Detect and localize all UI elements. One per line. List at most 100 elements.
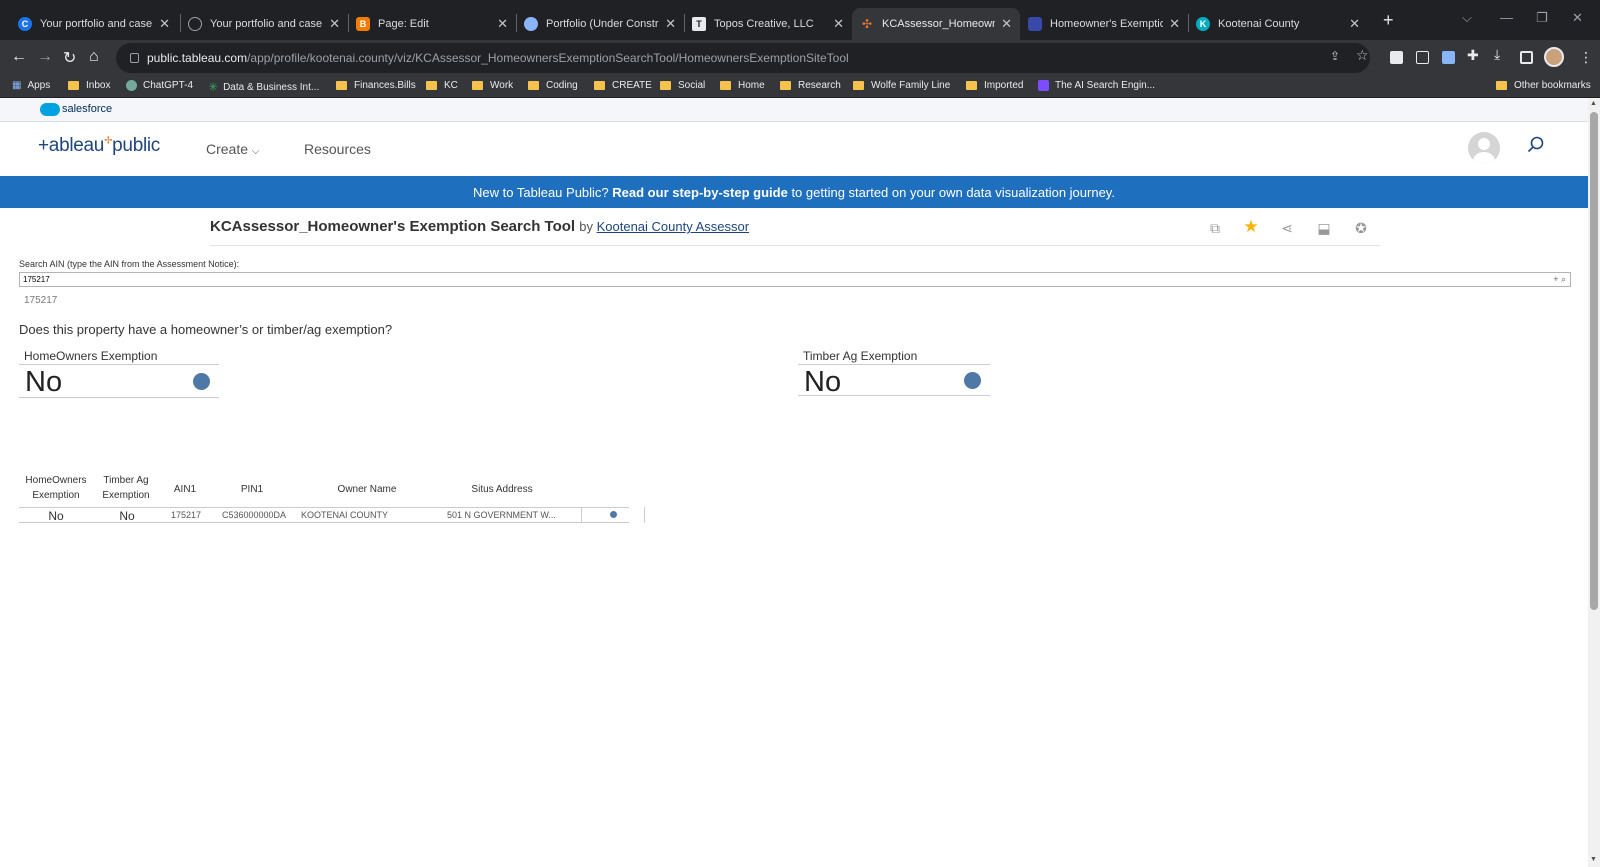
- close-icon[interactable]: ✕: [1001, 16, 1012, 32]
- folder-icon: [472, 81, 483, 90]
- browser-tab-1[interactable]: C Your portfolio and case stu ✕: [10, 8, 178, 40]
- homeowners-exemption-kpi[interactable]: No: [19, 364, 219, 398]
- tableau-public-header: +ableau✢public Create ⌵ Resources: [0, 122, 1588, 176]
- globe-icon: [188, 17, 202, 31]
- close-icon[interactable]: ✕: [1349, 16, 1360, 32]
- bookmark-work[interactable]: Work: [472, 80, 513, 91]
- close-icon[interactable]: ✕: [1169, 16, 1180, 32]
- col-header-timber-ag: Timber Ag Exemption: [102, 475, 150, 501]
- more-menu-icon[interactable]: ⋮: [1579, 49, 1593, 66]
- minimize-icon[interactable]: —: [1500, 10, 1513, 25]
- timber-ag-mark-dot[interactable]: [964, 372, 981, 389]
- bookmark-apps[interactable]: ▦ Apps: [12, 80, 50, 91]
- back-arrow-icon[interactable]: ←: [11, 48, 27, 66]
- new-tab-plus-icon[interactable]: +: [1383, 10, 1394, 31]
- share-page-icon[interactable]: ⇪: [1330, 49, 1340, 63]
- bookmark-create[interactable]: CREATE: [594, 80, 652, 91]
- table-row[interactable]: No No 175217 C536000000DA KOOTENAI COUNT…: [19, 507, 645, 523]
- bookmark-other[interactable]: Other bookmarks: [1496, 80, 1591, 91]
- col-header-ain: AIN1: [173, 484, 197, 495]
- browser-tab-8[interactable]: K Kootenai County ✕: [1188, 8, 1368, 40]
- banner-text: New to Tableau Public?: [473, 184, 609, 200]
- search-ain-label: Search AIN (type the AIN from the Assess…: [19, 259, 240, 269]
- scrollbar-thumb[interactable]: [1590, 112, 1598, 610]
- bookmark-chatgpt[interactable]: ChatGPT-4: [126, 80, 193, 91]
- browser-tab-2[interactable]: Your portfolio and case stu ✕: [180, 8, 348, 40]
- browser-tabstrip: C Your portfolio and case stu ✕ Your por…: [0, 0, 1600, 40]
- homeowners-mark-dot[interactable]: [193, 373, 210, 390]
- share-icon[interactable]: ⋖: [1278, 220, 1296, 238]
- tableau-icon: ✣: [861, 17, 873, 31]
- window-close-icon[interactable]: ✕: [1572, 10, 1583, 26]
- browser-tab-4[interactable]: Portfolio (Under Construct ✕: [516, 8, 684, 40]
- bookmark-ai-search[interactable]: The AI Search Engin...: [1038, 80, 1155, 91]
- download-icon[interactable]: ⬓: [1315, 220, 1333, 238]
- copy-icon[interactable]: ⧉: [1206, 220, 1224, 238]
- folder-icon: [720, 81, 731, 90]
- nav-resources[interactable]: Resources: [304, 141, 371, 157]
- step-by-step-guide-link[interactable]: Read our step-by-step guide: [612, 185, 788, 200]
- browser-tab-3[interactable]: B Page: Edit ✕: [348, 8, 516, 40]
- forward-arrow-icon[interactable]: →: [37, 48, 53, 66]
- badge-icon[interactable]: ✪: [1352, 220, 1370, 238]
- bookmark-social[interactable]: Social: [660, 80, 705, 91]
- cell-pin: C536000000DA: [221, 510, 287, 520]
- close-icon[interactable]: ✕: [329, 16, 340, 32]
- close-icon[interactable]: ✕: [833, 16, 844, 32]
- favorite-star-icon[interactable]: ★: [1242, 217, 1260, 236]
- cell-timber-ag: No: [119, 509, 135, 523]
- search-add-icon[interactable]: + ⌕: [1553, 274, 1566, 285]
- tableau-public-logo[interactable]: +ableau✢public: [38, 135, 160, 157]
- close-icon[interactable]: ✕: [497, 16, 508, 32]
- bookmark-data-business[interactable]: ✳ Data & Business Int...: [208, 80, 319, 94]
- tab-title: KCAssessor_Homeowner's: [882, 18, 995, 30]
- bookmark-finances[interactable]: Finances.Bills: [336, 80, 416, 91]
- extensions-puzzle-icon[interactable]: ✚: [1467, 47, 1479, 64]
- page-scrollbar[interactable]: ▲ ▼: [1588, 98, 1600, 867]
- bookmark-kc[interactable]: KC: [426, 80, 458, 91]
- timber-ag-exemption-kpi[interactable]: No: [798, 364, 990, 398]
- folder-icon: [68, 81, 79, 90]
- apps-grid-icon: ▦: [12, 80, 22, 91]
- bookmark-research[interactable]: Research: [780, 80, 841, 91]
- restore-icon[interactable]: ❐: [1536, 10, 1548, 26]
- browser-tab-5[interactable]: T Topos Creative, LLC ✕: [684, 8, 852, 40]
- browser-tab-6-active[interactable]: ✣ KCAssessor_Homeowner's ✕: [852, 8, 1020, 40]
- extension-notion-icon[interactable]: [1416, 51, 1429, 64]
- bookmark-home[interactable]: Home: [720, 80, 765, 91]
- bookmark-imported[interactable]: Imported: [966, 80, 1023, 91]
- row-mark-dot[interactable]: [610, 511, 617, 518]
- bookmark-wolfe-family[interactable]: Wolfe Family Line: [853, 80, 950, 91]
- side-panel-icon[interactable]: [1520, 51, 1533, 64]
- tab-search-chevron-icon[interactable]: ⌵: [1462, 10, 1472, 26]
- nav-create[interactable]: Create ⌵: [206, 141, 260, 157]
- tab-title: Kootenai County: [1218, 18, 1300, 30]
- home-icon[interactable]: ⌂: [89, 48, 99, 66]
- asterisk-icon: ✳: [208, 80, 219, 94]
- address-bar[interactable]: public.tableau.com/app/profile/kootenai.…: [116, 43, 1370, 73]
- tab-title: Portfolio (Under Construct: [546, 18, 659, 30]
- folder-icon: [528, 81, 539, 90]
- bookmark-inbox[interactable]: Inbox: [68, 80, 110, 91]
- close-icon[interactable]: ✕: [665, 16, 676, 32]
- row-mark-cell[interactable]: [581, 507, 645, 523]
- bookmark-star-icon[interactable]: ☆: [1356, 47, 1369, 64]
- download-icon[interactable]: ⤓: [1494, 46, 1500, 63]
- reload-icon[interactable]: ↻: [63, 48, 76, 68]
- lock-icon: [130, 53, 139, 63]
- bookmark-coding[interactable]: Coding: [528, 80, 578, 91]
- extension-docs-icon[interactable]: [1442, 51, 1455, 64]
- author-link[interactable]: Kootenai County Assessor: [597, 219, 749, 234]
- browser-tab-7[interactable]: Homeowner's Exemption S ✕: [1020, 8, 1188, 40]
- user-avatar-icon[interactable]: [1468, 132, 1500, 164]
- folder-icon: [426, 81, 437, 90]
- scroll-up-arrow-icon[interactable]: ▲: [1590, 100, 1597, 107]
- search-icon[interactable]: [1527, 136, 1544, 153]
- browser-profile-avatar[interactable]: [1544, 47, 1564, 67]
- scroll-down-arrow-icon[interactable]: ▼: [1590, 856, 1597, 863]
- extension-br-icon[interactable]: [1390, 51, 1403, 64]
- timber-ag-exemption-label: Timber Ag Exemption: [803, 349, 918, 363]
- close-icon[interactable]: ✕: [159, 16, 170, 32]
- viz-title-row: KCAssessor_Homeowner's Exemption Search …: [210, 216, 1380, 246]
- search-ain-input[interactable]: 175217 + ⌕: [19, 272, 1571, 287]
